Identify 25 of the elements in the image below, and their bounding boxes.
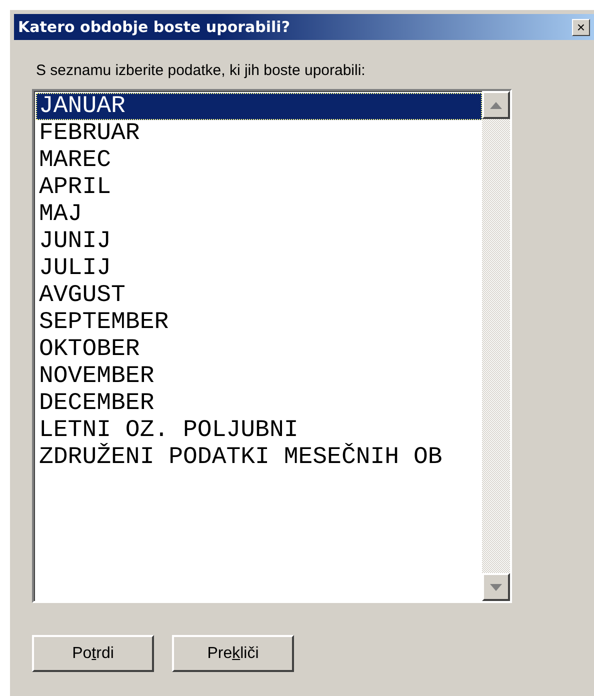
list-item[interactable]: FEBRUAR — [36, 120, 482, 147]
cancel-button[interactable]: Prekliči — [172, 635, 294, 672]
list-item[interactable]: JULIJ — [36, 255, 482, 282]
list-item[interactable]: MAJ — [36, 201, 482, 228]
list-item[interactable]: OKTOBER — [36, 336, 482, 363]
close-button[interactable]: × — [572, 18, 590, 36]
confirm-button[interactable]: Potrdi — [32, 635, 154, 672]
list-item[interactable]: NOVEMBER — [36, 363, 482, 390]
list-item[interactable]: JUNIJ — [36, 228, 482, 255]
up-arrow-icon — [490, 102, 502, 108]
scroll-down-button[interactable] — [482, 573, 510, 601]
scroll-up-button[interactable] — [482, 91, 510, 119]
prompt-label: S seznamu izberite podatke, ki jih boste uporabili: — [36, 62, 366, 79]
scrollbar[interactable] — [482, 91, 510, 601]
list-item[interactable]: APRIL — [36, 174, 482, 201]
list-box[interactable]: JANUAR FEBRUAR MAREC APRIL MAJ JUNIJ JULIJ AVGUST SEPTEMBER OKTOBER NOVEMBER DECEMBER LETNI OZ. POLJUBNI ZDRUŽENI PODATKI MESEČNIH OB — [32, 89, 512, 603]
list-item[interactable]: MAREC — [36, 147, 482, 174]
list-item[interactable]: AVGUST — [36, 282, 482, 309]
list-item[interactable]: SEPTEMBER — [36, 309, 482, 336]
list-item[interactable]: JANUAR — [36, 93, 482, 120]
list-item[interactable]: DECEMBER — [36, 390, 482, 417]
list-item[interactable]: ZDRUŽENI PODATKI MESEČNIH OB — [36, 444, 482, 471]
window-title: Katero obdobje boste uporabili? — [18, 18, 290, 36]
list-item[interactable]: LETNI OZ. POLJUBNI — [36, 417, 482, 444]
down-arrow-icon — [490, 584, 502, 590]
